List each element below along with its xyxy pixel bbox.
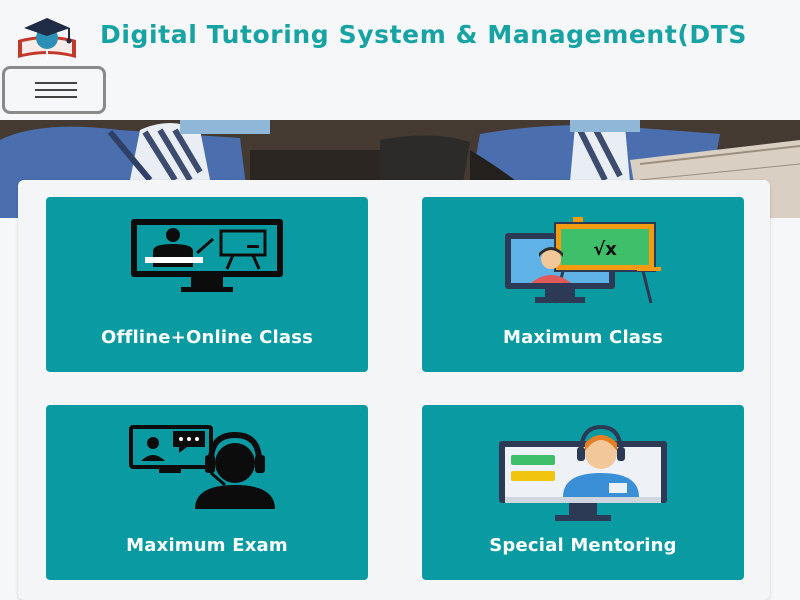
card-label: Special Mentoring: [489, 535, 677, 556]
menu-toggle-button[interactable]: [2, 66, 106, 114]
online-math-class-icon: √x: [505, 217, 661, 304]
svg-text:√x: √x: [593, 239, 617, 260]
card-special-mentoring[interactable]: Special Mentoring: [422, 405, 744, 580]
site-header: Digital Tutoring System & Management(DTS: [0, 0, 800, 120]
mentor-headset-monitor-icon: [499, 425, 667, 521]
video-call-headset-icon: [129, 425, 275, 509]
card-maximum-class[interactable]: √x Maximum Class: [422, 197, 744, 372]
card-offline-online-class[interactable]: Offline+Online Class: [46, 197, 368, 372]
card-maximum-exam[interactable]: Maximum Exam: [46, 405, 368, 580]
card-label: Offline+Online Class: [100, 327, 314, 348]
site-title: Digital Tutoring System & Management(DTS: [100, 20, 748, 49]
features-panel: Offline+Online Class √x Maximum Class Ma…: [18, 180, 770, 600]
card-label: Maximum Class: [503, 327, 663, 348]
logo-icon[interactable]: [4, 10, 90, 66]
teacher-presentation-icon: [131, 219, 283, 292]
card-label: Maximum Exam: [126, 535, 288, 556]
